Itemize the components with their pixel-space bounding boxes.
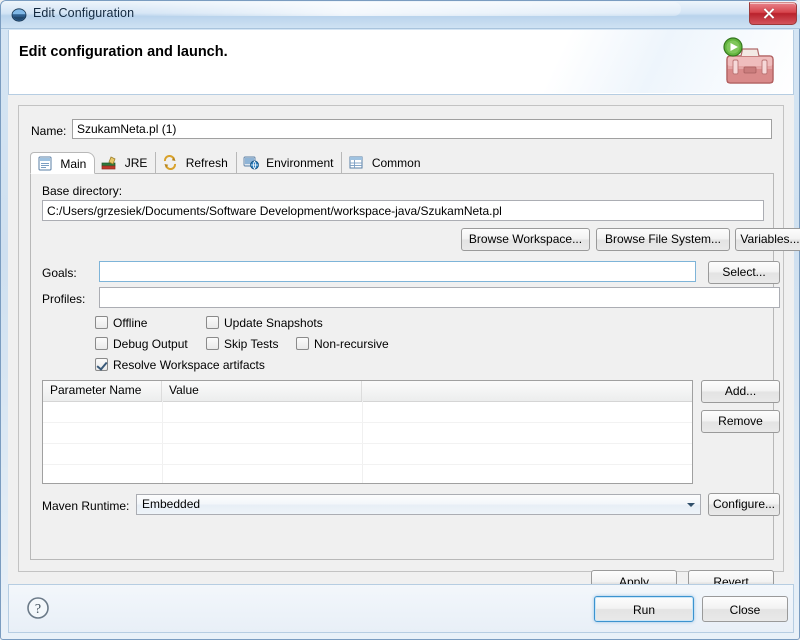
maven-runtime-selected-value: Embedded [142, 497, 201, 511]
configure-maven-runtime-button[interactable]: Configure... [708, 493, 780, 516]
svg-text:?: ? [35, 602, 41, 617]
eclipse-icon [11, 7, 27, 23]
table-row[interactable] [43, 465, 692, 483]
tab-environment-label: Environment [266, 156, 334, 170]
update-snapshots-checkbox[interactable] [206, 316, 219, 329]
column-header-value[interactable]: Value [162, 381, 362, 401]
environment-icon [243, 155, 259, 170]
non-recursive-label: Non-recursive [314, 337, 389, 351]
close-window-button[interactable] [749, 2, 797, 25]
chevron-down-icon[interactable] [682, 495, 699, 514]
tab-bar: Main JRE Refresh Environment Common [30, 152, 774, 174]
skip-tests-label: Skip Tests [224, 337, 279, 351]
resolve-workspace-artifacts-label: Resolve Workspace artifacts [113, 358, 265, 372]
option-offline[interactable]: Offline [95, 316, 147, 330]
base-directory-label: Base directory: [42, 184, 123, 198]
remove-parameter-button[interactable]: Remove [701, 410, 780, 433]
tab-refresh-label: Refresh [185, 156, 228, 170]
option-debug-output[interactable]: Debug Output [95, 337, 188, 351]
option-resolve-workspace-artifacts[interactable]: Resolve Workspace artifacts [95, 358, 265, 372]
parameters-table[interactable]: Parameter Name Value [42, 380, 693, 484]
table-row[interactable] [43, 402, 692, 423]
option-skip-tests[interactable]: Skip Tests [206, 337, 278, 351]
title-bar: Edit Configuration [1, 1, 800, 29]
browse-workspace-button[interactable]: Browse Workspace... [461, 228, 590, 251]
update-snapshots-label: Update Snapshots [224, 316, 323, 330]
tab-jre-label: JRE [124, 156, 148, 170]
main-document-icon [37, 156, 53, 171]
dialog-header: Edit configuration and launch. [8, 30, 794, 95]
option-non-recursive[interactable]: Non-recursive [296, 337, 389, 351]
tab-main[interactable]: Main [30, 152, 96, 174]
goals-label: Goals: [42, 266, 77, 280]
debug-output-label: Debug Output [113, 337, 188, 351]
main-tab-panel: Base directory: Browse Workspace... Brow… [30, 174, 800, 560]
parameters-table-header: Parameter Name Value [43, 381, 692, 402]
tab-main-label: Main [60, 157, 87, 171]
tab-jre[interactable]: JRE [95, 152, 157, 174]
common-table-icon [348, 155, 364, 170]
configuration-name-input[interactable] [72, 119, 772, 139]
maven-toolbox-run-icon [715, 36, 777, 90]
tab-refresh[interactable]: Refresh [156, 152, 237, 174]
add-parameter-button[interactable]: Add... [701, 380, 780, 403]
column-header-extra[interactable] [362, 381, 692, 401]
run-button[interactable]: Run [594, 596, 694, 622]
profiles-label: Profiles: [42, 292, 86, 306]
window-title: Edit Configuration [33, 6, 135, 20]
column-header-parameter-name[interactable]: Parameter Name [43, 381, 162, 401]
name-label: Name: [31, 124, 67, 138]
debug-output-checkbox[interactable] [95, 337, 108, 350]
refresh-arrows-icon [162, 154, 178, 171]
configuration-panel: Name: Main [18, 105, 800, 595]
dialog-content: Name: Main [8, 95, 800, 595]
option-update-snapshots[interactable]: Update Snapshots [206, 316, 323, 330]
resolve-workspace-artifacts-checkbox[interactable] [95, 358, 108, 371]
variables-button[interactable]: Variables... [735, 228, 800, 251]
goals-select-button[interactable]: Select... [708, 261, 780, 284]
goals-input[interactable] [99, 261, 696, 282]
table-row[interactable] [43, 444, 692, 465]
offline-checkbox[interactable] [95, 316, 108, 329]
tab-common-label: Common [371, 156, 421, 170]
table-row[interactable] [43, 423, 692, 444]
offline-label: Offline [113, 316, 148, 330]
maven-runtime-combo[interactable]: Embedded [136, 494, 701, 515]
help-question-icon[interactable]: ? [26, 596, 50, 620]
base-directory-input[interactable] [42, 200, 764, 221]
tab-common[interactable]: Common [342, 152, 428, 174]
maven-runtime-label: Maven Runtime: [42, 499, 130, 513]
title-bar-sheen [121, 2, 681, 16]
header-title: Edit configuration and launch. [19, 44, 228, 60]
browse-file-system-button[interactable]: Browse File System... [596, 228, 730, 251]
dialog-footer: ? Run Close [8, 584, 794, 633]
profiles-input[interactable] [99, 287, 780, 308]
edit-configuration-dialog: Edit Configuration Edit configuration an… [0, 0, 800, 640]
close-button[interactable]: Close [702, 596, 788, 622]
tab-environment[interactable]: Environment [237, 152, 343, 174]
skip-tests-checkbox[interactable] [206, 337, 219, 350]
non-recursive-checkbox[interactable] [296, 337, 309, 350]
jre-books-icon [101, 155, 117, 170]
